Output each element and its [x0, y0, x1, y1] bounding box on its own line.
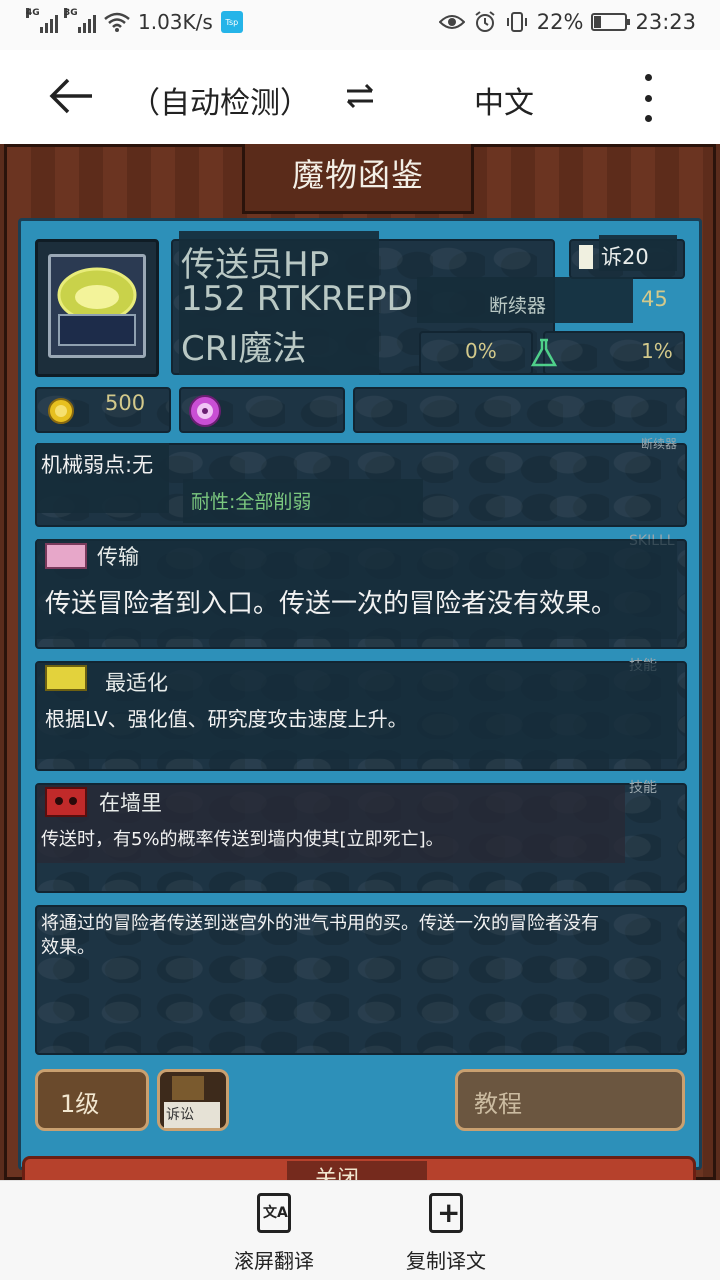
badge-text: 诉20	[601, 245, 649, 269]
teleporter-monster-image	[48, 254, 146, 358]
breaker-value: 45	[641, 287, 668, 311]
scroll-translate-button[interactable]: 文A 滚屏翻译	[214, 1193, 334, 1274]
skill-header-3: 技能	[629, 780, 657, 796]
flask-icon	[530, 338, 558, 367]
network-speed: 1.03K/s	[138, 10, 213, 34]
lawsuit-button[interactable]: 诉讼	[157, 1069, 229, 1131]
scroll-translate-icon: 文A	[257, 1193, 291, 1233]
breaker-label: 断续器	[489, 295, 547, 317]
translate-bottom-bar: 文A 滚屏翻译 + 复制译文	[0, 1180, 720, 1280]
gold-value: 500	[105, 391, 146, 415]
signal-4g-icon: 4G	[26, 8, 58, 33]
monster-type: CRI魔法	[181, 329, 307, 369]
title-tab: 魔物函鉴	[242, 144, 474, 214]
skill-3-desc: 传送时，有5%的概率传送到墙内使其[立即死亡]。	[41, 829, 444, 850]
skill-2-name: 最适化	[105, 671, 168, 695]
resistance-text: 耐性:全部削弱	[191, 491, 312, 513]
clock: 23:23	[635, 10, 696, 34]
battery-percent: 22%	[536, 10, 584, 34]
skull-icon	[45, 787, 87, 817]
l-icon	[579, 245, 593, 269]
magic-eye-icon	[189, 395, 221, 427]
translate-toolbar: （自动检测） 中文	[0, 50, 720, 144]
monster-stats: 152 RTKREPD	[181, 279, 413, 319]
back-arrow-icon[interactable]	[48, 76, 94, 116]
vibrate-icon	[506, 12, 527, 32]
eye-icon	[438, 15, 465, 29]
description-line-1: 将通过的冒险者传送到迷宫外的泄气书用的买。传送一次的冒险者没有	[41, 913, 599, 934]
status-left: 4G 3G 1.03K/s Tsp	[26, 8, 243, 34]
source-language-selector[interactable]: （自动检测）	[130, 78, 310, 122]
level-button[interactable]: 1级	[35, 1069, 149, 1131]
percent-left: 0%	[465, 339, 497, 363]
status-bar: 4G 3G 1.03K/s Tsp 22% 23:23	[0, 0, 720, 50]
status-right: 22% 23:23	[438, 10, 696, 34]
battery-icon	[591, 13, 631, 31]
alarm-icon	[475, 11, 495, 32]
skill-3-name: 在墙里	[99, 791, 162, 815]
game-screen: 魔物函鉴 传送员HP 152 RTKREPD CRI魔法 诉20 断续器 45	[0, 144, 720, 1180]
copy-plus-icon: +	[429, 1193, 463, 1233]
more-options-icon[interactable]	[636, 74, 660, 122]
skill-1-name: 传输	[97, 545, 139, 569]
target-language-selector[interactable]: 中文	[474, 78, 534, 122]
scroll-icon	[45, 543, 87, 569]
page-title: 魔物函鉴	[291, 156, 424, 194]
wifi-icon	[104, 12, 130, 32]
bestiary-panel: 传送员HP 152 RTKREPD CRI魔法 诉20 断续器 45 0% 1%…	[18, 218, 702, 1170]
weakness-text: 机械弱点:无	[41, 453, 154, 477]
tutorial-button[interactable]: 教程	[455, 1069, 685, 1131]
close-button[interactable]: 关闭	[22, 1156, 696, 1180]
app-badge-icon: Tsp	[220, 11, 243, 33]
skill-2-desc: 根据LV、强化值、研究度攻击速度上升。	[45, 707, 408, 731]
item-icon	[172, 1076, 204, 1100]
copy-translation-button[interactable]: + 复制译文	[386, 1193, 506, 1274]
signal-3g-icon: 3G	[64, 8, 96, 33]
percent-right: 1%	[641, 339, 673, 363]
breaker-small-label: 断续器	[641, 437, 678, 451]
wrench-icon	[45, 665, 87, 691]
monster-portrait	[35, 239, 159, 377]
gold-coin-icon	[48, 398, 74, 424]
skill-1-desc: 传送冒险者到入口。传送一次的冒险者没有效果。	[45, 589, 618, 619]
description-line-2: 效果。	[41, 937, 95, 958]
swap-languages-icon[interactable]	[344, 80, 376, 112]
